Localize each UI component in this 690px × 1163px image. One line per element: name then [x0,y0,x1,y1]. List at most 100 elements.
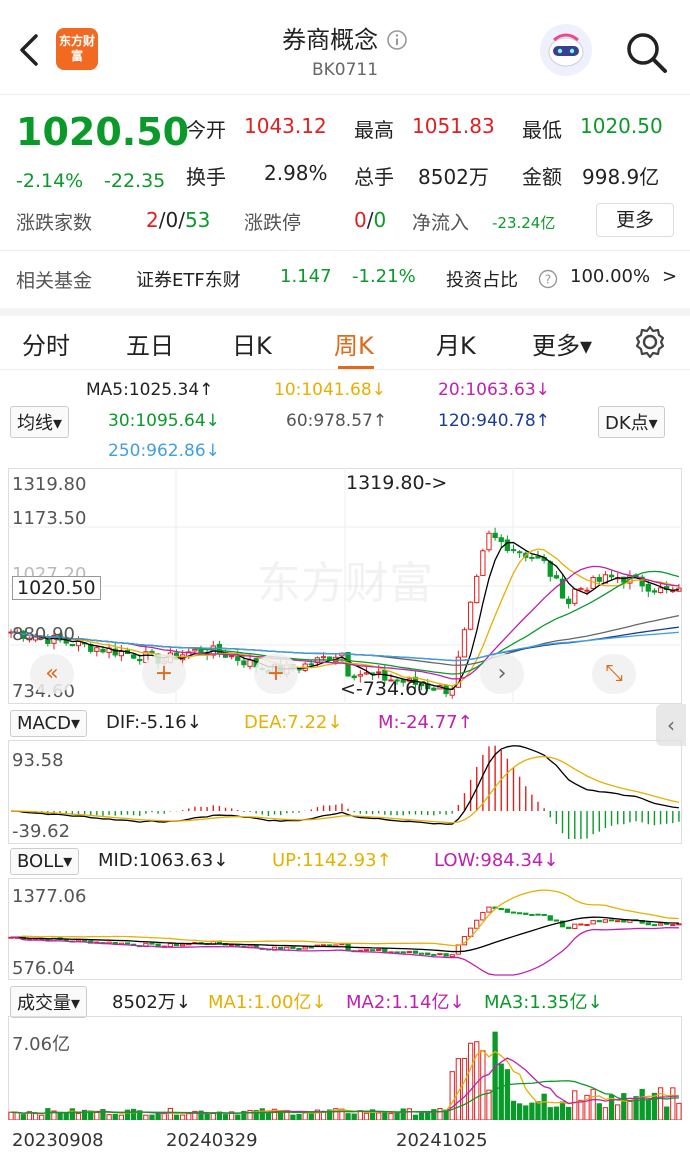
boll-candle [455,944,461,955]
more-button[interactable]: 更多 [596,203,674,237]
volume-bar [179,1114,186,1120]
volume-bars [8,1031,682,1120]
settings-gear-icon[interactable] [632,324,668,360]
section-gap [0,308,690,316]
info-icon[interactable] [386,29,408,51]
volume-bar [553,1106,560,1120]
candle-body [535,555,541,559]
boll-candle [504,908,511,913]
volume-bar [437,1108,443,1120]
boll-candle [179,943,186,947]
ma-selector[interactable]: 均线▾ [10,406,70,438]
boll-candle [541,913,547,916]
zoom-in-button-2[interactable]: + [254,654,298,694]
boll-candle [535,913,541,916]
help-icon[interactable]: ? [538,269,558,289]
kline-axis-2: 1173.50 [12,508,87,529]
volume-axis-top: 7.06亿 [12,1034,71,1055]
boll-candle [590,920,596,925]
macd-chart[interactable] [8,740,682,844]
candle-body [608,574,615,578]
ratio-value: 100.00% [570,266,651,287]
volume-chart[interactable] [8,1016,682,1120]
boll-candle [529,913,535,916]
boll-band-line [11,926,679,976]
tab-daily-k[interactable]: 日K [232,326,272,361]
ma20-legend: 20:1063.63↓ [438,380,550,400]
netflow-value: -23.24亿 [492,214,556,232]
kline-chart[interactable]: 东方财富 [8,468,682,704]
volume-bar [106,1114,112,1120]
change-percent: -2.14% [16,170,84,192]
volume-bar [186,1113,192,1120]
candle-body [149,650,155,654]
volume-selector[interactable]: 成交量▾ [10,986,88,1018]
volume-bar [541,1093,547,1120]
boll-candle [167,943,174,948]
volume-bar [155,1113,161,1120]
macd-dif: DIF:-5.16↓ [106,712,202,733]
candle-body [192,648,198,652]
boll-candle [369,949,376,952]
ma120-legend: 120:940.78↑ [438,411,550,431]
breadth-up: 2 [146,208,159,232]
boll-candle [437,953,443,956]
candle-body [100,648,106,653]
macd-axis-top: 93.58 [12,750,64,771]
volume-bar [676,1102,682,1120]
scroll-right-button[interactable]: › [480,654,524,694]
fund-label: 相关基金 [16,270,93,292]
related-fund-row[interactable]: 相关基金 证券ETF东财 1.147 -1.21% 投资占比 ? 100.00%… [0,262,690,298]
boll-candle [474,919,480,929]
boll-band-line [11,889,679,947]
fund-change: -1.21% [352,266,416,287]
volume-bar [449,1071,455,1120]
watermark: 东方财富 [257,558,433,609]
boll-candle [547,915,553,921]
boll-selector[interactable]: BOLL▾ [10,848,80,875]
search-icon[interactable] [622,28,670,76]
boll-candle [363,949,370,952]
volume-value: 8502万 [418,165,489,189]
volume-bar [75,1113,82,1120]
tab-intraday[interactable]: 分时 [22,326,70,361]
current-price: 1020.50 [16,110,190,154]
boll-mid: MID:1063.63↓ [98,850,229,871]
boll-candle [418,952,425,955]
scroll-left-button[interactable]: « [30,654,74,694]
zoom-in-button[interactable]: + [142,654,186,694]
tab-more[interactable]: 更多▾ [532,326,592,361]
boll-candle [290,946,296,949]
tab-weekly-k[interactable]: 周K [334,326,374,361]
macd-selector[interactable]: MACD▾ [10,710,87,737]
ma250-legend: 250:962.86↓ [108,441,220,461]
volume-bar [559,1101,566,1120]
macd-histogram [16,745,680,839]
candle-body [486,532,492,551]
title-text: 券商概念 [282,26,379,54]
fullscreen-button[interactable]: ⤡ [592,654,636,694]
volume-bar [523,1105,529,1120]
candle-body [235,656,241,661]
tab-five-day[interactable]: 五日 [126,326,174,361]
volume-bar [572,1090,578,1120]
robot-avatar-icon[interactable] [540,24,592,76]
breadth-flat: /0/ [158,208,185,232]
volume-label: 总手 [354,165,394,189]
boll-chart[interactable] [8,878,682,980]
volume-bar [363,1112,370,1120]
boll-candle [486,906,492,913]
volume-bar [204,1113,210,1120]
candle-body [357,674,363,677]
chevron-right-icon: > [662,266,678,287]
divider [0,250,690,251]
boll-candle [645,922,651,926]
macd-dea: DEA:7.22↓ [244,712,343,733]
dk-point-button[interactable]: DK点▾ [598,406,665,438]
volume-ma1: MA1:1.00亿↓ [208,992,327,1013]
boll-axis-bottom: 576.04 [12,958,75,979]
boll-candle [553,919,560,922]
tab-monthly-k[interactable]: 月K [436,326,476,361]
volume-bar [651,1092,658,1120]
boll-candle [308,946,314,949]
